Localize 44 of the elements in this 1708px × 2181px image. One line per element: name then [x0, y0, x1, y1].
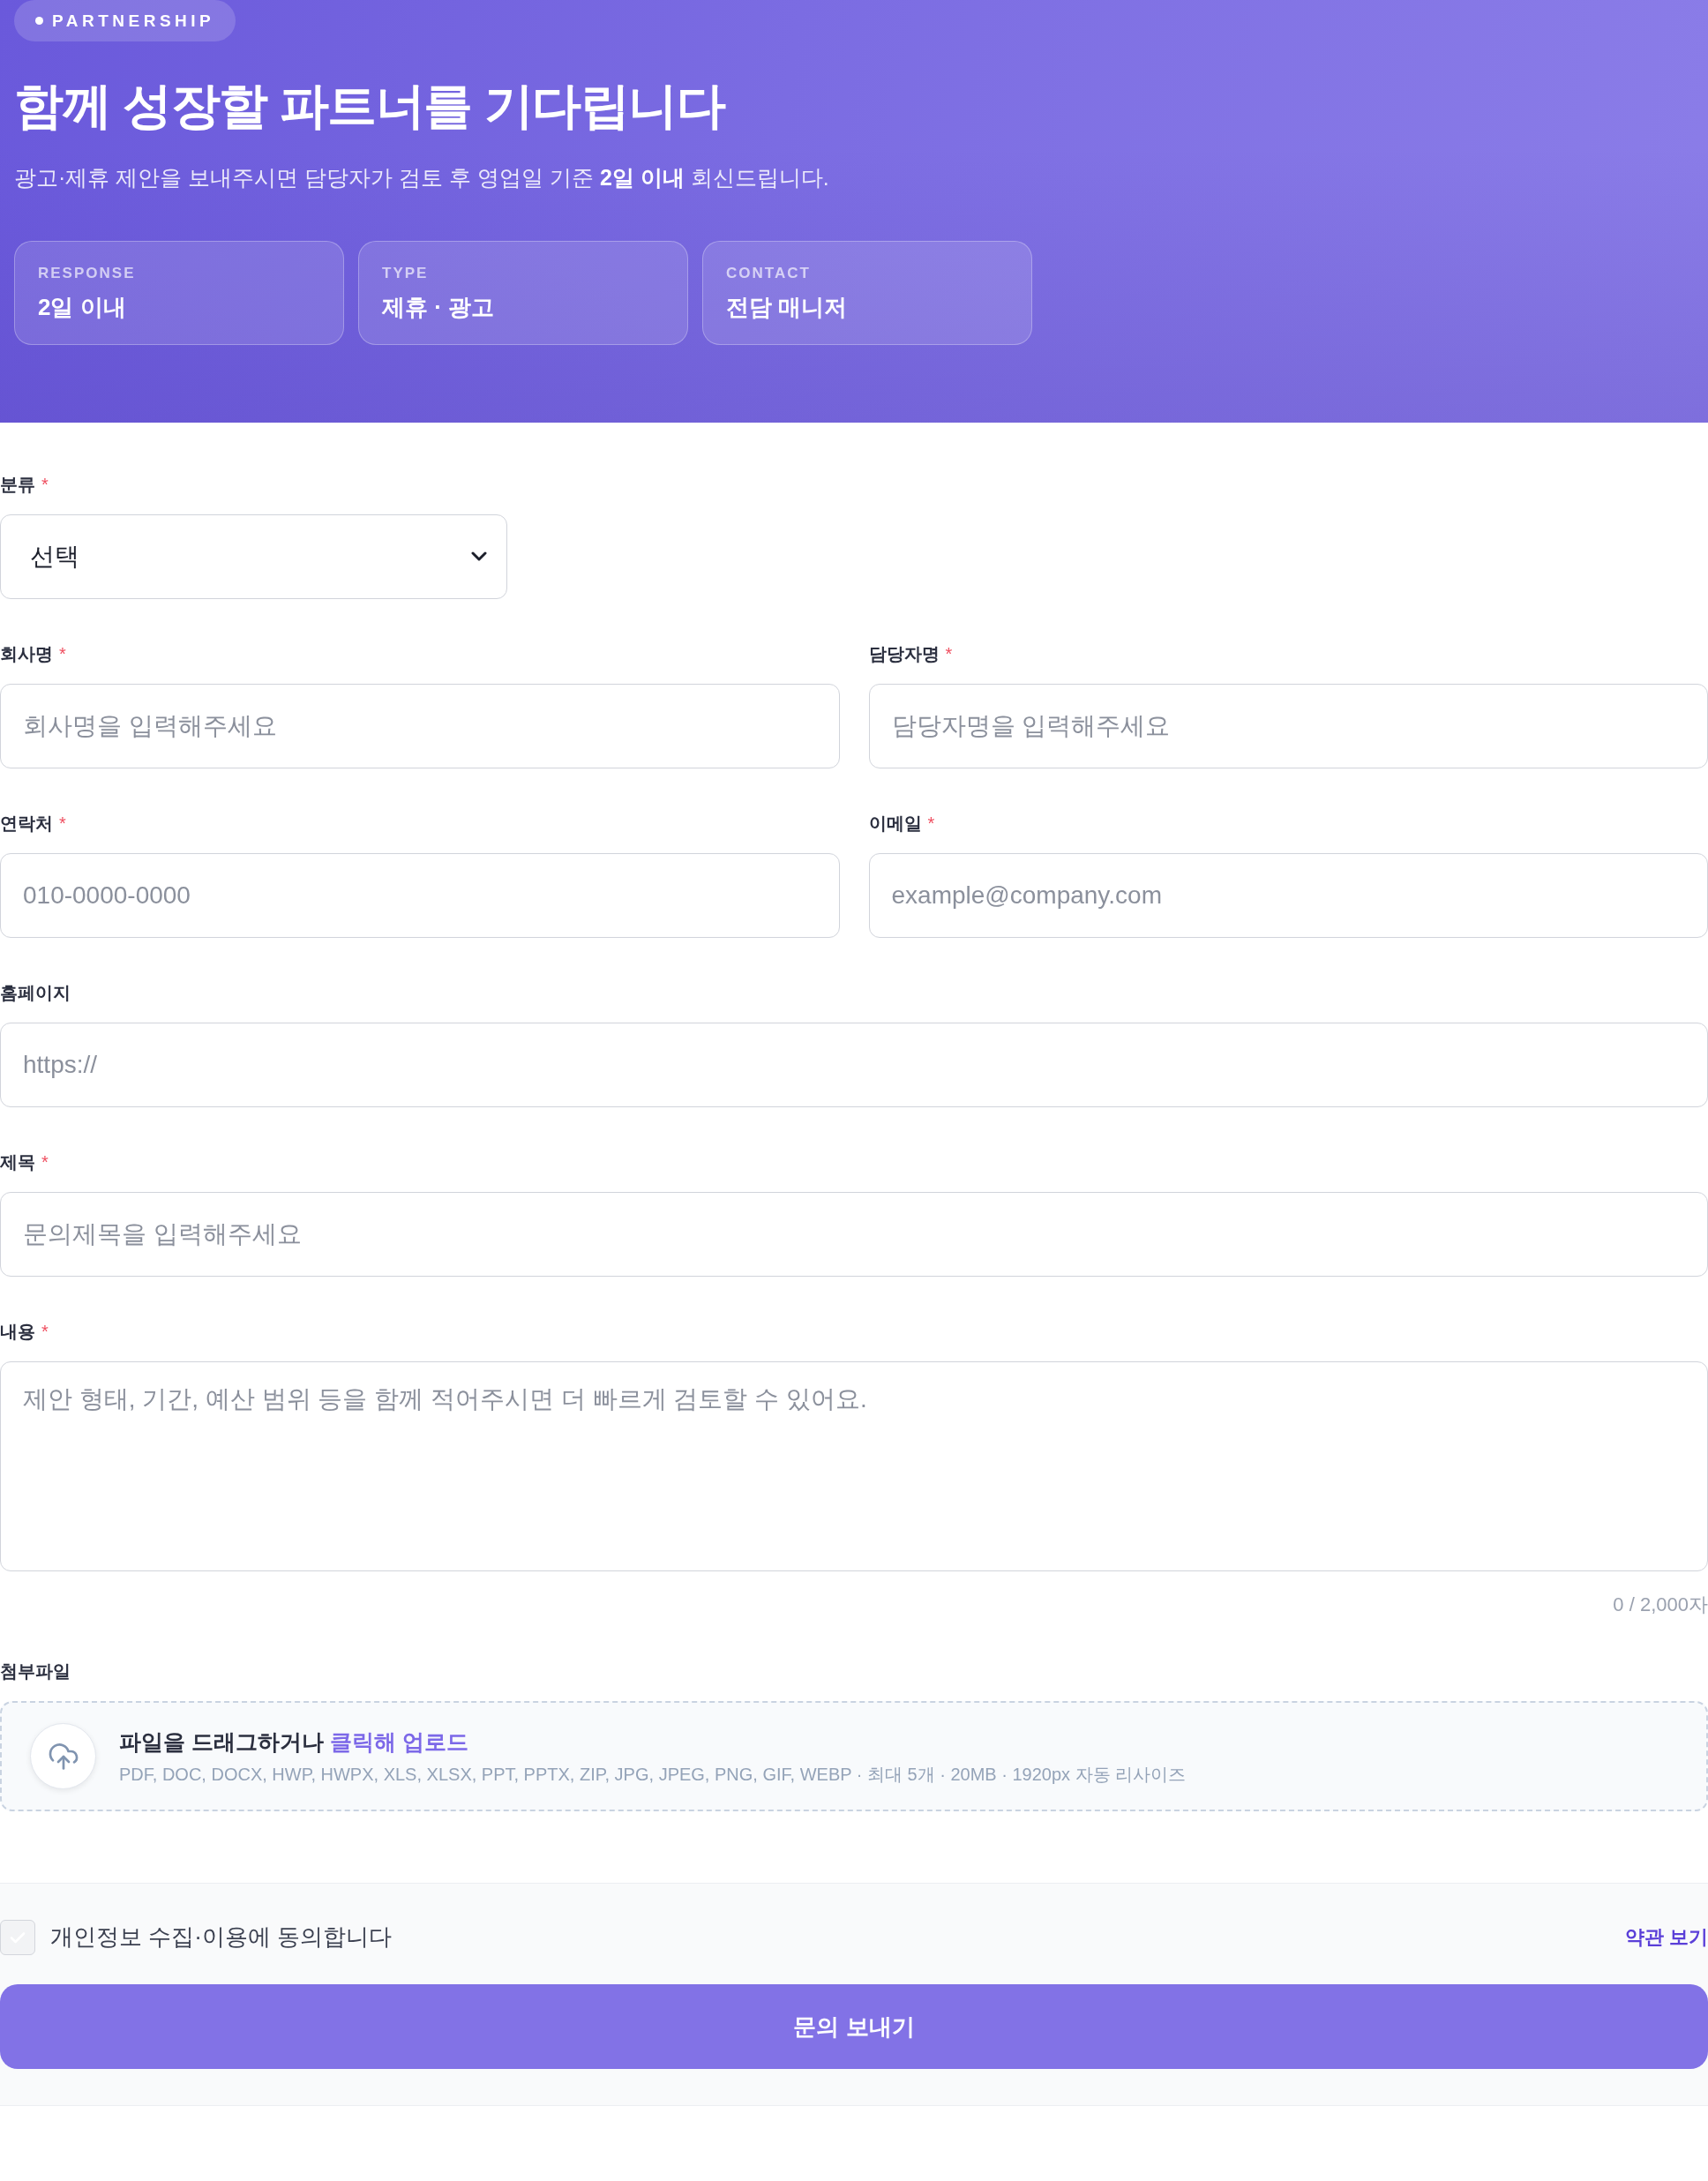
submit-button[interactable]: 문의 보내기 — [0, 1984, 1708, 2069]
field-label: 홈페이지 — [0, 982, 71, 1004]
required-mark: * — [59, 643, 66, 665]
input-field[interactable]: 회사명을 입력해주세요 — [0, 684, 840, 768]
field-label: 분류 — [0, 474, 35, 496]
consent-checkbox[interactable] — [0, 1919, 35, 1955]
chevron-down-icon — [471, 551, 487, 562]
textarea-field[interactable]: 제안 형태, 기간, 예산 범위 등을 함께 적어주시면 더 빠르게 검토할 수 있어요. — [0, 1361, 1708, 1571]
input-field[interactable]: 010-0000-0000 — [0, 853, 840, 938]
file-hint: PDF, DOC, DOCX, HWP, HWPX, XLS, XLSX, PPT, PPTX, ZIP, JPG, JPEG, PNG, GIF, WEBP · 최대 5개 · 20MB · 1920px 자동 리사이즈 — [119, 1763, 1187, 1786]
required-mark: * — [59, 813, 66, 835]
field-label: 회사명 — [0, 643, 53, 665]
field-label: 이메일 — [868, 813, 922, 835]
stat-label: CONTACT — [726, 264, 812, 283]
stat-label: RESPONSE — [38, 264, 137, 283]
dot-icon — [35, 17, 43, 25]
character-counter: 0 / 2,000자 — [1612, 1593, 1708, 1616]
terms-link[interactable]: 약관 보기 — [1624, 1923, 1708, 1951]
field-label: 첨부파일 — [0, 1660, 71, 1683]
stat-value: 제휴 · 광고 — [382, 293, 496, 322]
field-label: 내용 — [0, 1321, 35, 1343]
badge-label: PARTNERSHIP — [52, 11, 215, 31]
hero-title: 함께 성장할 파트너를 기다립니다 — [14, 77, 726, 135]
stat-value: 전담 매니저 — [726, 293, 849, 322]
input-field[interactable]: example@company.com — [868, 853, 1708, 938]
select-field[interactable]: 선택 — [0, 514, 507, 599]
field-label: 제목 — [0, 1151, 35, 1173]
input-field[interactable]: 문의제목을 입력해주세요 — [0, 1192, 1708, 1277]
stat-value: 2일 이내 — [38, 293, 127, 322]
required-mark: * — [41, 1151, 49, 1173]
input-field[interactable]: 담당자명을 입력해주세요 — [868, 684, 1708, 768]
field-label: 연락처 — [0, 813, 53, 835]
required-mark: * — [945, 643, 953, 665]
required-mark: * — [41, 474, 49, 496]
input-field[interactable]: https:// — [0, 1023, 1708, 1107]
upload-prompt: 파일을 드래그하거나 클릭해 업로드 — [119, 1728, 469, 1756]
upload-link[interactable]: 클릭해 업로드 — [329, 1728, 468, 1754]
hero-subtitle: 광고·제휴 제안을 보내주시면 담당자가 검토 후 영업일 기준 2일 이내 회신드립니다. — [14, 164, 830, 191]
field-label: 담당자명 — [868, 643, 940, 665]
stat-label: TYPE — [382, 264, 430, 283]
required-mark: * — [41, 1321, 49, 1343]
required-mark: * — [927, 813, 935, 835]
upload-dropzone[interactable]: 파일을 드래그하거나 클릭해 업로드 PDF, DOC, DOCX, HWP, HWPX, XLS, XLSX, PPT, PPTX, ZIP, JPG, JPEG, PNG, GIF, WEBP · 최대 5개 · 20MB · 1920px 자동 리사이즈 — [0, 1701, 1708, 1811]
consent-label: 개인정보 수집·이용에 동의합니다 — [50, 1922, 393, 1952]
